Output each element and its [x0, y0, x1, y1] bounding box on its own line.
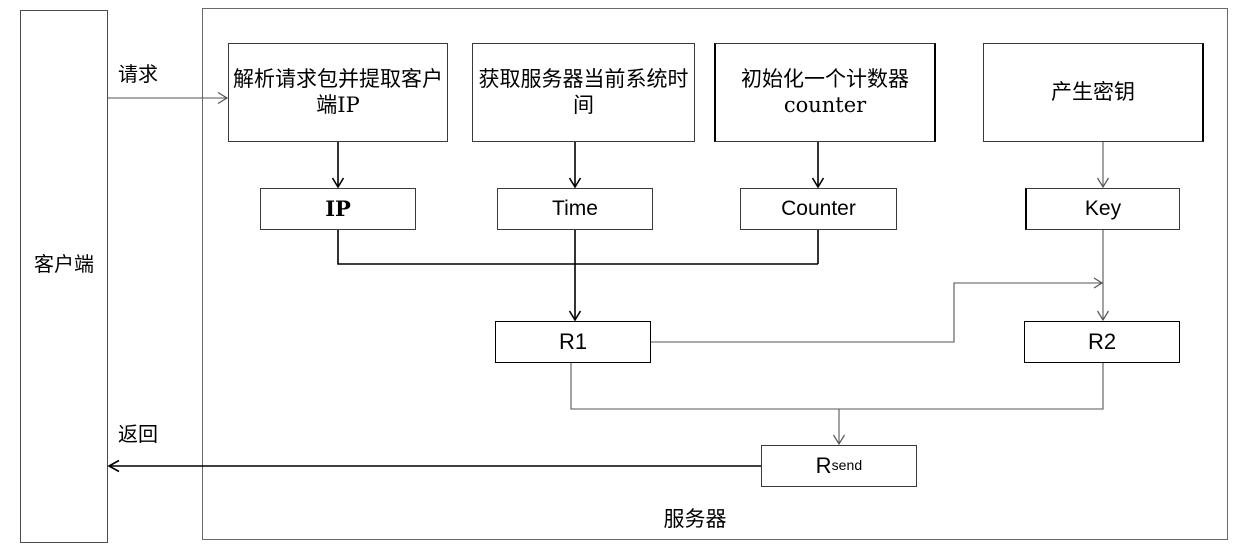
value-box-key[interactable]: Key: [1025, 188, 1180, 230]
client-label: 客户端: [34, 252, 94, 276]
value-box-ip[interactable]: IP: [260, 188, 416, 230]
server-label: 服务器: [663, 507, 727, 531]
process-box-generate-key[interactable]: 产生密钥: [983, 43, 1204, 142]
result-box-rsend[interactable]: Rsend: [761, 445, 917, 487]
request-flow-label: 请求: [118, 62, 158, 86]
value-box-label: Time: [552, 197, 598, 221]
process-box-label: 产生密钥: [1051, 79, 1135, 104]
process-box-parse-request[interactable]: 解析请求包并提取客户端IP: [228, 43, 448, 142]
value-box-counter[interactable]: Counter: [740, 188, 897, 230]
value-box-label: IP: [325, 196, 351, 222]
result-box-label-subscript: send: [831, 457, 863, 474]
process-box-label: 解析请求包并提取客户端IP: [233, 66, 443, 117]
result-box-label: R2: [1087, 328, 1117, 354]
process-box-label: 获取服务器当前系统时间: [478, 66, 689, 117]
value-box-label: Counter: [781, 197, 856, 221]
process-box-init-counter[interactable]: 初始化一个计数器counter: [714, 43, 936, 142]
result-box-label-base: R: [815, 452, 832, 478]
value-box-time[interactable]: Time: [497, 188, 653, 230]
process-box-label: 初始化一个计数器counter: [741, 66, 909, 117]
result-box-r2[interactable]: R2: [1024, 321, 1180, 363]
flowchart-canvas: 客户端 服务器 请求 返回 解析请求包并提取客户端IP 获取服务器当前系统时间 …: [0, 0, 1239, 553]
value-box-label: Key: [1084, 197, 1122, 221]
response-flow-label: 返回: [118, 422, 158, 446]
result-box-r1[interactable]: R1: [495, 321, 651, 363]
result-box-label: R1: [558, 328, 588, 354]
process-box-get-server-time[interactable]: 获取服务器当前系统时间: [472, 43, 695, 142]
